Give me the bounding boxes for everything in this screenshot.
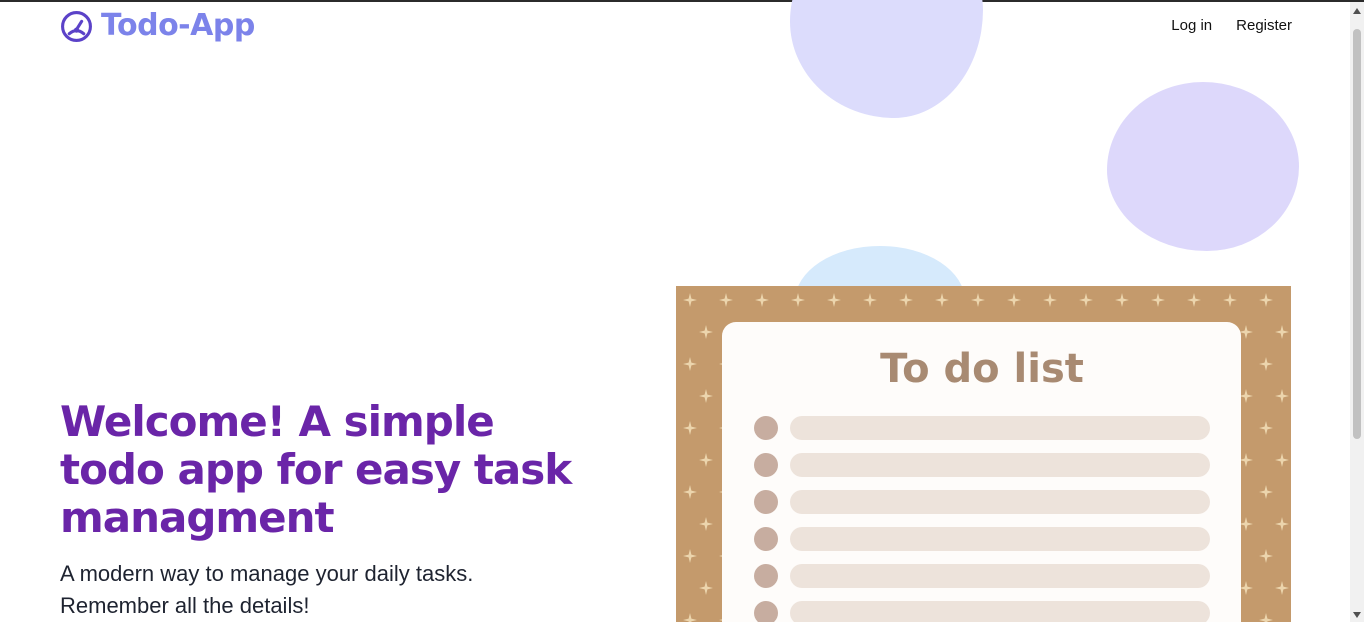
brand-logo-link[interactable]: Todo-App xyxy=(60,8,255,44)
scroll-up-arrow-icon[interactable] xyxy=(1353,8,1361,14)
todo-line xyxy=(790,564,1210,588)
page: Todo-App Log in Register Welcome! A simp… xyxy=(0,0,1364,622)
todo-line xyxy=(790,527,1210,551)
todo-list-illustration: To do list xyxy=(676,286,1291,622)
hero-subtitle: A modern way to manage your daily tasks.… xyxy=(60,561,474,618)
todo-line xyxy=(790,601,1210,622)
scrollbar-thumb[interactable] xyxy=(1353,29,1361,439)
illustration-heading: To do list xyxy=(880,346,1084,392)
todo-line xyxy=(790,490,1210,514)
todo-bullet xyxy=(754,564,778,588)
todo-line xyxy=(790,416,1210,440)
vertical-scrollbar[interactable] xyxy=(1350,2,1364,622)
login-link[interactable]: Log in xyxy=(1171,16,1212,36)
hero-title: Welcome! A simple todo app for easy task… xyxy=(60,397,572,542)
register-link[interactable]: Register xyxy=(1236,16,1292,36)
decorative-blob-lavender xyxy=(790,0,983,118)
window-top-edge xyxy=(0,0,1364,2)
scroll-down-arrow-icon[interactable] xyxy=(1353,612,1361,618)
todo-bullet xyxy=(754,490,778,514)
todo-line xyxy=(790,453,1210,477)
top-nav: Log in Register xyxy=(1171,16,1292,36)
todo-bullet xyxy=(754,527,778,551)
decorative-blob-violet xyxy=(1107,82,1299,251)
gauge-icon xyxy=(61,10,92,42)
todo-bullet xyxy=(754,453,778,477)
todo-bullet xyxy=(754,416,778,440)
brand-name: Todo-App xyxy=(101,8,255,43)
